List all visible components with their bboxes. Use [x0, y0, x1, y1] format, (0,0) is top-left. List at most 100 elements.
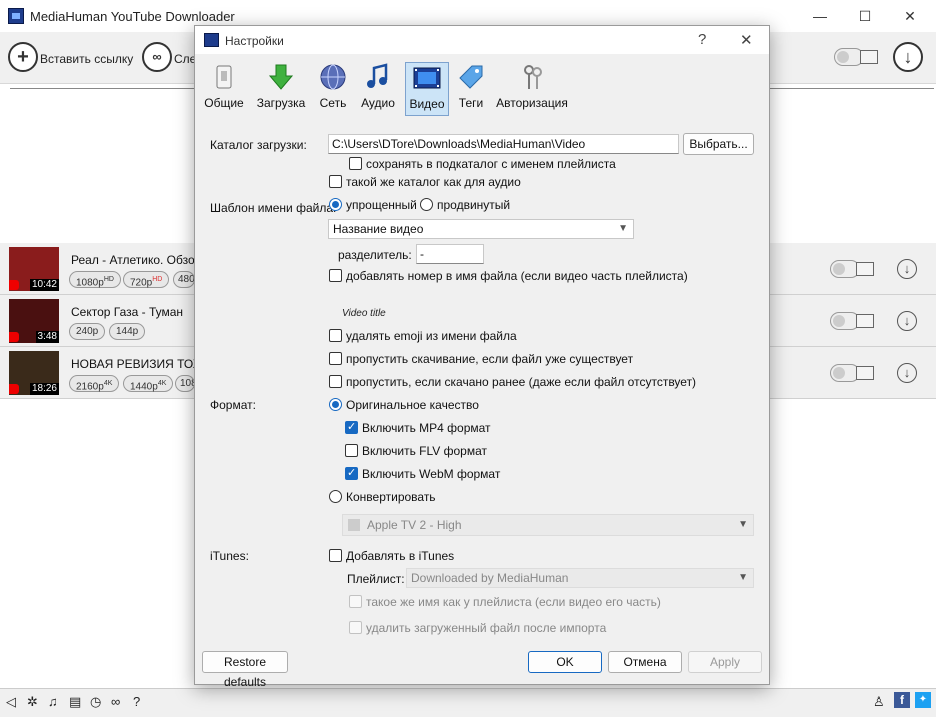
- gear-icon[interactable]: ✲: [27, 694, 38, 710]
- tab-video[interactable]: Видео: [405, 62, 449, 116]
- chevron-down-icon: ▼: [738, 572, 748, 583]
- quality-badge[interactable]: 1080pHD: [69, 271, 121, 288]
- add-number-label: добавлять номер в имя файла (если видео …: [346, 269, 688, 283]
- binoculars-icon[interactable]: ∞: [111, 694, 120, 709]
- quality-badge[interactable]: 240p: [69, 323, 106, 340]
- filename-template-label: Шаблон имени файла:: [210, 201, 337, 215]
- film-icon: [856, 262, 874, 276]
- paste-link-button[interactable]: Вставить ссылку: [40, 52, 133, 66]
- webm-checkbox[interactable]: [345, 466, 358, 480]
- clean-icon[interactable]: ◁: [6, 694, 16, 710]
- remove-emoji-label: удалять emoji из имени файла: [346, 329, 517, 343]
- template-select[interactable]: Название видео ▼: [328, 219, 634, 239]
- quality-badge[interactable]: 144p: [109, 323, 146, 340]
- quality-badge[interactable]: 108: [175, 375, 195, 392]
- add-number-checkbox[interactable]: [329, 269, 342, 282]
- playlist-select[interactable]: Downloaded by MediaHuman ▼: [406, 568, 754, 588]
- twitter-icon[interactable]: ✦: [915, 692, 931, 708]
- help-icon[interactable]: ?: [133, 694, 140, 709]
- maximize-button[interactable]: ☐: [845, 4, 885, 28]
- mp4-checkbox[interactable]: [345, 420, 358, 434]
- facebook-icon[interactable]: f: [894, 692, 910, 708]
- skip-exists-checkbox[interactable]: [329, 352, 342, 365]
- video-thumbnail: 18:26: [9, 351, 59, 395]
- music-icon: [367, 63, 388, 88]
- webm-label: Включить WebM формат: [362, 467, 501, 481]
- tab-audio[interactable]: Аудио: [359, 62, 397, 116]
- original-quality-radio[interactable]: [329, 398, 342, 411]
- tab-authorization[interactable]: Авторизация: [495, 62, 569, 116]
- add-itunes-label: Добавлять в iTunes: [346, 549, 455, 563]
- binoculars-icon[interactable]: ∞: [142, 42, 172, 72]
- tab-network[interactable]: Сеть: [315, 62, 351, 116]
- advanced-template-radio[interactable]: [420, 198, 433, 211]
- film-icon[interactable]: ▤: [69, 694, 81, 710]
- youtube-icon: [9, 332, 19, 342]
- tab-tags[interactable]: Теги: [455, 62, 487, 116]
- tag-icon: [459, 65, 483, 89]
- convert-label: Конвертировать: [346, 490, 436, 504]
- video-thumbnail: 3:48: [9, 299, 59, 343]
- tab-download[interactable]: Загрузка: [253, 62, 309, 116]
- app-icon: [8, 8, 24, 24]
- simple-template-radio[interactable]: [329, 198, 342, 211]
- same-name-checkbox[interactable]: [349, 595, 362, 608]
- simple-template-label: упрощенный: [346, 198, 417, 212]
- add-itunes-checkbox[interactable]: [329, 549, 342, 562]
- music-icon[interactable]: ♫: [48, 694, 58, 709]
- quality-badge[interactable]: 480: [173, 271, 195, 288]
- tab-general[interactable]: Общие: [203, 62, 245, 116]
- separator-input[interactable]: -: [416, 244, 484, 264]
- restore-defaults-button[interactable]: Restore defaults: [202, 651, 288, 689]
- globe-icon: [320, 64, 346, 90]
- track-button[interactable]: Сле: [174, 52, 196, 66]
- skip-exists-label: пропустить скачивание, если файл уже сущ…: [346, 352, 634, 366]
- paste-link-icon[interactable]: +: [8, 42, 38, 72]
- browse-button[interactable]: Выбрать...: [683, 133, 754, 155]
- advanced-template-label: продвинутый: [437, 198, 511, 212]
- film-icon: [856, 366, 874, 380]
- download-icon[interactable]: ↓: [897, 259, 917, 279]
- quality-badge[interactable]: 1440p4K: [123, 375, 174, 392]
- filename-preview: Video title: [342, 308, 386, 319]
- convert-radio[interactable]: [329, 490, 342, 503]
- skip-downloaded-checkbox[interactable]: [329, 375, 342, 388]
- same-as-audio-checkbox[interactable]: [329, 175, 342, 188]
- dialog-close-button[interactable]: ✕: [740, 31, 753, 49]
- user-icon[interactable]: ♙: [873, 694, 885, 710]
- chevron-down-icon: ▼: [738, 519, 748, 530]
- flv-label: Включить FLV формат: [362, 444, 487, 458]
- same-as-audio-label: такой же каталог как для аудио: [346, 175, 521, 189]
- skip-downloaded-label: пропустить, если скачано ранее (даже есл…: [346, 375, 697, 389]
- quality-badge[interactable]: 2160p4K: [69, 375, 120, 392]
- download-icon[interactable]: ↓: [897, 363, 917, 383]
- download-all-icon[interactable]: ↓: [893, 42, 923, 72]
- dialog-title-bar: Настройки ? ✕: [195, 26, 769, 54]
- same-name-label: такое же имя как у плейлиста (если видео…: [366, 595, 661, 609]
- flv-checkbox[interactable]: [345, 444, 358, 457]
- minimize-button[interactable]: —: [800, 4, 840, 28]
- download-folder-input[interactable]: C:\Users\DTore\Downloads\MediaHuman\Vide…: [328, 134, 679, 154]
- download-icon: [268, 64, 294, 90]
- help-button[interactable]: ?: [698, 31, 706, 48]
- close-button[interactable]: ✕: [890, 4, 930, 28]
- film-icon: [856, 314, 874, 328]
- save-subfolder-checkbox[interactable]: [349, 157, 362, 170]
- keys-icon: [524, 65, 542, 89]
- film-icon: [413, 67, 441, 89]
- cancel-button[interactable]: Отмена: [608, 651, 682, 673]
- save-subfolder-label: сохранять в подкаталог с именем плейлист…: [366, 157, 616, 171]
- ok-button[interactable]: OK: [528, 651, 602, 673]
- remove-emoji-checkbox[interactable]: [329, 329, 342, 342]
- quality-badge[interactable]: 720pHD: [123, 271, 170, 288]
- format-label: Формат:: [210, 398, 256, 412]
- apply-button[interactable]: Apply: [688, 651, 762, 673]
- convert-preset-select[interactable]: Apple TV 2 - High ▼: [342, 514, 754, 536]
- delete-after-import-checkbox[interactable]: [349, 621, 362, 634]
- video-title: Сектор Газа - Туман: [71, 305, 184, 319]
- download-icon[interactable]: ↓: [897, 311, 917, 331]
- mp4-label: Включить MP4 формат: [362, 421, 491, 435]
- general-icon: [216, 65, 232, 89]
- clock-icon[interactable]: ◷: [90, 694, 101, 710]
- download-folder-label: Каталог загрузки:: [210, 138, 307, 152]
